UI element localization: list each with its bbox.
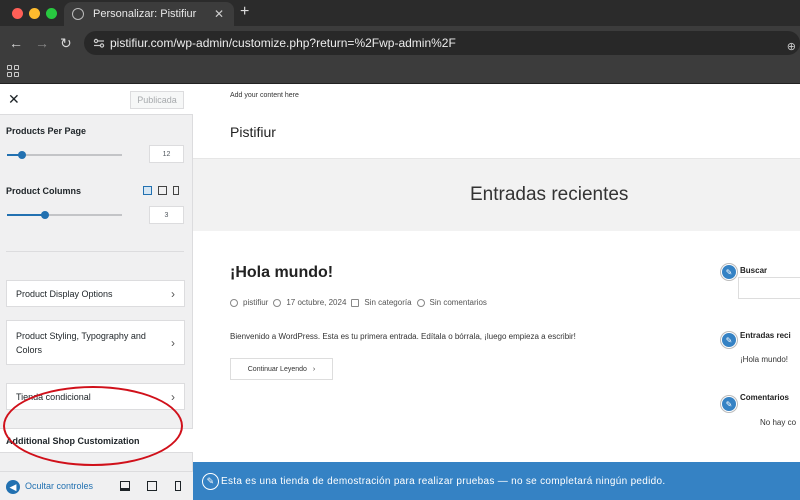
post-comments[interactable]: Sin comentarios (430, 298, 487, 307)
store-notice-text: Esta es una tienda de demostración para … (221, 475, 666, 487)
widget-search-title: Buscar (740, 266, 768, 275)
slider-thumb[interactable] (17, 151, 26, 159)
url-text: pistifiur.com/wp-admin/customize.php?ret… (110, 36, 456, 50)
author-icon (230, 298, 238, 307)
desktop-preview-icon[interactable] (120, 481, 130, 491)
site-settings-icon[interactable] (93, 37, 105, 49)
customizer-header: ✕ Publicada (0, 85, 193, 115)
tablet-preview-icon[interactable] (147, 481, 157, 491)
mobile-preview-icon[interactable] (175, 481, 181, 491)
products-per-page-slider[interactable] (7, 151, 122, 159)
clock-icon (273, 298, 282, 307)
reload-icon[interactable]: ↻ (60, 35, 72, 52)
widget-recent-posts-title: Entradas reci (740, 331, 791, 340)
edit-shortcut-icon[interactable]: ✎ (202, 473, 219, 490)
post-title[interactable]: ¡Hola mundo! (230, 264, 333, 282)
products-per-page-input[interactable]: 12 (149, 145, 184, 163)
hide-controls-button[interactable]: Ocultar controles (25, 481, 93, 491)
post-excerpt: Bienvenido a WordPress. Esta es tu prime… (230, 332, 576, 341)
bookmarks-bar (0, 60, 800, 84)
section-tienda-condicional[interactable]: Tienda condicional › (6, 383, 185, 410)
chevron-right-icon: › (171, 335, 175, 350)
section-label: Product Styling, Typography and Colors (16, 330, 146, 355)
section-label: Tienda condicional (16, 391, 91, 402)
hero-section: Entradas recientes (193, 158, 800, 231)
product-columns-label: Product Columns (6, 186, 82, 196)
widget-comments-title: Comentarios (740, 393, 789, 402)
post-meta: pistifiur 17 octubre, 2024 Sin categoría… (230, 298, 487, 307)
demo-store-notice: ✎ Esta es una tienda de demostración par… (193, 462, 800, 500)
zoom-icon[interactable]: ⊕ (787, 40, 796, 53)
section-label: Product Display Options (16, 288, 113, 299)
edit-shortcut-icon[interactable]: ✎ (721, 396, 737, 412)
browser-titlebar: Personalizar: Pistifiur ✕ + (0, 0, 800, 26)
widget-search-input[interactable] (738, 277, 800, 299)
widget-comments-text: No hay co (760, 418, 797, 427)
window-maximize-button[interactable] (46, 8, 57, 19)
close-icon[interactable]: ✕ (8, 91, 20, 108)
post-date[interactable]: 17 octubre, 2024 (286, 298, 346, 307)
widget-recent-post-link[interactable]: ¡Hola mundo! (740, 355, 788, 364)
slider-thumb[interactable] (40, 211, 49, 219)
hero-title: Entradas recientes (470, 184, 629, 205)
comment-icon (416, 298, 425, 307)
apps-grid-icon[interactable] (7, 65, 19, 77)
post-author[interactable]: pistifiur (243, 298, 268, 307)
slider-fill (7, 214, 45, 216)
globe-icon (72, 8, 84, 20)
product-columns-input[interactable]: 3 (149, 206, 184, 224)
back-icon[interactable]: ← (9, 35, 23, 51)
chevron-right-icon: › (171, 286, 175, 301)
site-preview: Add your content here Pistifiur Entradas… (193, 85, 800, 462)
chevron-right-icon: › (312, 365, 316, 373)
site-title[interactable]: Pistifiur (230, 124, 276, 140)
edit-shortcut-icon[interactable]: ✎ (721, 264, 737, 280)
window-minimize-button[interactable] (29, 8, 40, 19)
publish-button[interactable]: Publicada (130, 91, 184, 109)
window-close-button[interactable] (12, 8, 23, 19)
additional-shop-customization[interactable]: Additional Shop Customization (0, 428, 193, 453)
products-per-page-label: Products Per Page (6, 126, 87, 136)
divider (6, 251, 184, 252)
tab-title: Personalizar: Pistifiur (93, 8, 197, 20)
address-row: ← → ↻ pistifiur.com/wp-admin/customize.p… (0, 26, 800, 60)
post-category[interactable]: Sin categoría (364, 298, 411, 307)
url-bar[interactable]: pistifiur.com/wp-admin/customize.php?ret… (84, 31, 800, 55)
tab-close-icon[interactable]: ✕ (214, 7, 224, 21)
chevron-right-icon: › (171, 389, 175, 404)
hide-controls-icon[interactable]: ◀ (6, 480, 20, 494)
section-product-display-options[interactable]: Product Display Options › (6, 280, 185, 307)
customizer-sidebar: ✕ Publicada Products Per Page 12 Product… (0, 85, 193, 500)
product-columns-slider[interactable] (7, 211, 122, 219)
continue-reading-button[interactable]: Continuar Leyendo › (230, 358, 333, 380)
section-product-styling[interactable]: Product Styling, Typography and Colors › (6, 320, 185, 365)
tablet-icon[interactable] (158, 186, 167, 195)
mobile-icon[interactable] (173, 186, 179, 195)
top-bar-text: Add your content here (230, 92, 299, 99)
desktop-icon[interactable] (143, 186, 152, 195)
browser-tab[interactable]: Personalizar: Pistifiur ✕ (64, 2, 234, 26)
forward-icon[interactable]: → (35, 35, 49, 51)
edit-shortcut-icon[interactable]: ✎ (721, 332, 737, 348)
customizer-footer: ◀ Ocultar controles (0, 471, 193, 500)
folder-icon (351, 298, 360, 307)
continue-label: Continuar Leyendo (247, 365, 307, 373)
new-tab-button[interactable]: + (240, 3, 249, 21)
